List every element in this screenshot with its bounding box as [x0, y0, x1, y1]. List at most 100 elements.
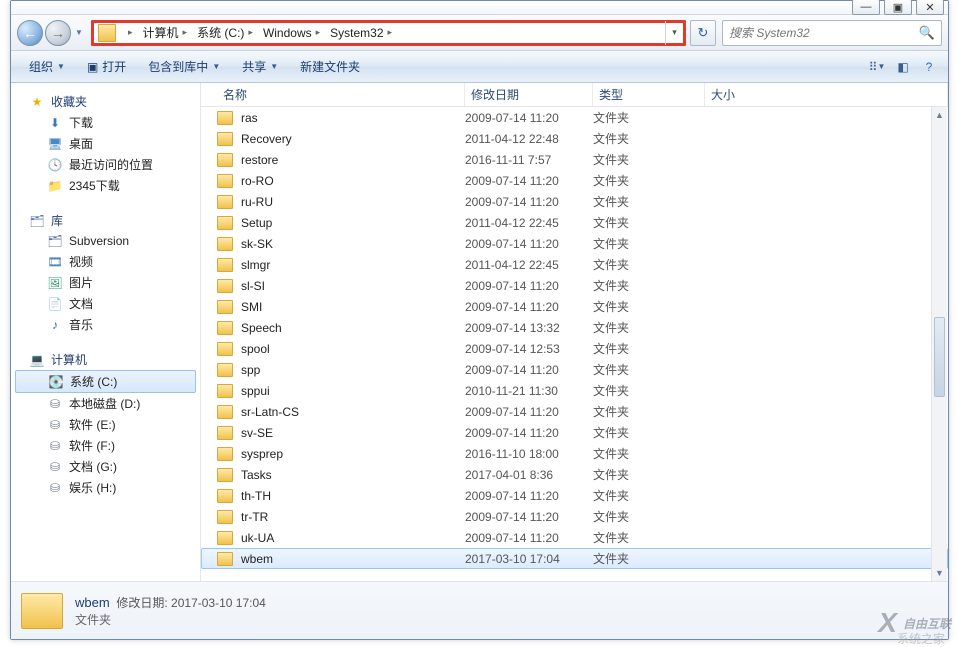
share-menu[interactable]: 共享▼	[232, 54, 288, 79]
file-type: 文件夹	[593, 487, 705, 504]
column-modified[interactable]: 修改日期	[465, 83, 593, 106]
table-row[interactable]: sv-SE2009-07-14 11:20文件夹	[201, 422, 948, 443]
back-button[interactable]: ←	[17, 20, 43, 46]
file-modified: 2011-04-12 22:45	[465, 216, 593, 230]
sidebar-item-subversion[interactable]: 🗂Subversion	[11, 231, 200, 251]
breadcrumb-root[interactable]: ▸	[120, 23, 139, 43]
include-menu[interactable]: 包含到库中▼	[138, 54, 230, 79]
table-row[interactable]: sl-SI2009-07-14 11:20文件夹	[201, 275, 948, 296]
table-row[interactable]: tr-TR2009-07-14 11:20文件夹	[201, 506, 948, 527]
libraries-header[interactable]: 🗂库	[11, 210, 200, 231]
sidebar-item-drive-e[interactable]: ⛁软件 (E:)	[11, 414, 200, 435]
titlebar: — ▣ ✕	[11, 1, 948, 15]
table-row[interactable]: ro-RO2009-07-14 11:20文件夹	[201, 170, 948, 191]
maximize-button[interactable]: ▣	[884, 0, 912, 15]
file-name: ru-RU	[241, 195, 465, 209]
address-dropdown[interactable]: ▾	[665, 21, 683, 45]
sidebar-item-documents[interactable]: 📄文档	[11, 293, 200, 314]
sidebar-item-drive-c[interactable]: 💽系统 (C:)	[15, 370, 196, 393]
close-button[interactable]: ✕	[916, 0, 944, 15]
table-row[interactable]: spool2009-07-14 12:53文件夹	[201, 338, 948, 359]
folder-icon	[217, 426, 233, 440]
column-type[interactable]: 类型	[593, 83, 705, 106]
address-bar[interactable]: ▸ 计算机▸ 系统 (C:)▸ Windows▸ System32▸ ▾	[91, 20, 686, 46]
table-row[interactable]: th-TH2009-07-14 11:20文件夹	[201, 485, 948, 506]
navigation-pane: ★收藏夹 ⬇下载 🖥桌面 🕓最近访问的位置 📁2345下载 🗂库 🗂Subver…	[11, 83, 201, 581]
table-row[interactable]: Tasks2017-04-01 8:36文件夹	[201, 464, 948, 485]
file-name: Recovery	[241, 132, 465, 146]
computer-header[interactable]: 💻计算机	[11, 349, 200, 370]
file-type: 文件夹	[593, 256, 705, 273]
refresh-button[interactable]: ↻	[690, 20, 716, 46]
forward-button[interactable]: →	[45, 20, 71, 46]
table-row[interactable]: restore2016-11-11 7:57文件夹	[201, 149, 948, 170]
table-row[interactable]: SMI2009-07-14 11:20文件夹	[201, 296, 948, 317]
table-row[interactable]: wbem2017-03-10 17:04文件夹	[201, 548, 948, 569]
table-row[interactable]: Recovery2011-04-12 22:48文件夹	[201, 128, 948, 149]
folder-icon	[217, 195, 233, 209]
organize-menu[interactable]: 组织▼	[19, 54, 75, 79]
table-row[interactable]: slmgr2011-04-12 22:45文件夹	[201, 254, 948, 275]
file-modified: 2011-04-12 22:48	[465, 132, 593, 146]
sidebar-item-drive-g[interactable]: ⛁文档 (G:)	[11, 456, 200, 477]
preview-pane-toggle[interactable]: ◧	[892, 57, 914, 77]
favorites-header[interactable]: ★收藏夹	[11, 91, 200, 112]
scroll-down[interactable]: ▼	[932, 565, 947, 581]
scroll-thumb[interactable]	[934, 317, 945, 397]
newfolder-button[interactable]: 新建文件夹	[290, 54, 370, 79]
folder-icon	[217, 510, 233, 524]
details-mod-label: 修改日期:	[116, 596, 167, 610]
column-name[interactable]: 名称	[217, 83, 465, 106]
folder-icon	[217, 279, 233, 293]
file-name: sysprep	[241, 447, 465, 461]
table-row[interactable]: Speech2009-07-14 13:32文件夹	[201, 317, 948, 338]
file-type: 文件夹	[593, 172, 705, 189]
sidebar-item-downloads[interactable]: ⬇下载	[11, 112, 200, 133]
sidebar-item-videos[interactable]: 🎞视频	[11, 251, 200, 272]
minimize-button[interactable]: —	[852, 0, 880, 15]
open-button[interactable]: ▣打开	[77, 54, 136, 79]
search-icon: 🔍	[919, 25, 935, 41]
file-name: sppui	[241, 384, 465, 398]
breadcrumb[interactable]: 系统 (C:)▸	[193, 23, 259, 43]
table-row[interactable]: sr-Latn-CS2009-07-14 11:20文件夹	[201, 401, 948, 422]
details-type: 文件夹	[75, 611, 266, 628]
help-button[interactable]: ?	[918, 57, 940, 77]
file-modified: 2016-11-10 18:00	[465, 447, 593, 461]
scroll-up[interactable]: ▲	[932, 107, 947, 123]
table-row[interactable]: uk-UA2009-07-14 11:20文件夹	[201, 527, 948, 548]
sidebar-item-recent[interactable]: 🕓最近访问的位置	[11, 154, 200, 175]
details-mod-value: 2017-03-10 17:04	[171, 596, 266, 610]
table-row[interactable]: ru-RU2009-07-14 11:20文件夹	[201, 191, 948, 212]
sidebar-item-desktop[interactable]: 🖥桌面	[11, 133, 200, 154]
sidebar-item-drive-f[interactable]: ⛁软件 (F:)	[11, 435, 200, 456]
file-modified: 2009-07-14 11:20	[465, 237, 593, 251]
search-box[interactable]: 🔍	[722, 20, 942, 46]
vertical-scrollbar[interactable]: ▲ ▼	[931, 107, 947, 581]
table-row[interactable]: Setup2011-04-12 22:45文件夹	[201, 212, 948, 233]
breadcrumb[interactable]: Windows▸	[259, 23, 326, 43]
table-row[interactable]: sppui2010-11-21 11:30文件夹	[201, 380, 948, 401]
table-row[interactable]: sysprep2016-11-10 18:00文件夹	[201, 443, 948, 464]
breadcrumb[interactable]: 计算机▸	[139, 23, 194, 43]
column-size[interactable]: 大小	[705, 83, 948, 106]
sidebar-item-pictures[interactable]: 🖼图片	[11, 272, 200, 293]
details-pane: wbem 修改日期: 2017-03-10 17:04 文件夹	[11, 581, 948, 639]
search-input[interactable]	[729, 26, 919, 40]
history-dropdown[interactable]: ▼	[73, 20, 85, 46]
breadcrumb[interactable]: System32▸	[326, 23, 398, 43]
sidebar-item-2345[interactable]: 📁2345下载	[11, 175, 200, 196]
sidebar-item-drive-h[interactable]: ⛁娱乐 (H:)	[11, 477, 200, 498]
table-row[interactable]: ras2009-07-14 11:20文件夹	[201, 107, 948, 128]
sidebar-item-music[interactable]: ♪音乐	[11, 314, 200, 335]
column-headers: 名称 修改日期 类型 大小	[201, 83, 948, 107]
sidebar-item-drive-d[interactable]: ⛁本地磁盘 (D:)	[11, 393, 200, 414]
file-modified: 2009-07-14 11:20	[465, 510, 593, 524]
table-row[interactable]: spp2009-07-14 11:20文件夹	[201, 359, 948, 380]
folder-icon	[217, 132, 233, 146]
file-type: 文件夹	[593, 403, 705, 420]
view-options[interactable]: ⠿▼	[866, 57, 888, 77]
file-name: tr-TR	[241, 510, 465, 524]
table-row[interactable]: sk-SK2009-07-14 11:20文件夹	[201, 233, 948, 254]
folder-icon	[217, 384, 233, 398]
